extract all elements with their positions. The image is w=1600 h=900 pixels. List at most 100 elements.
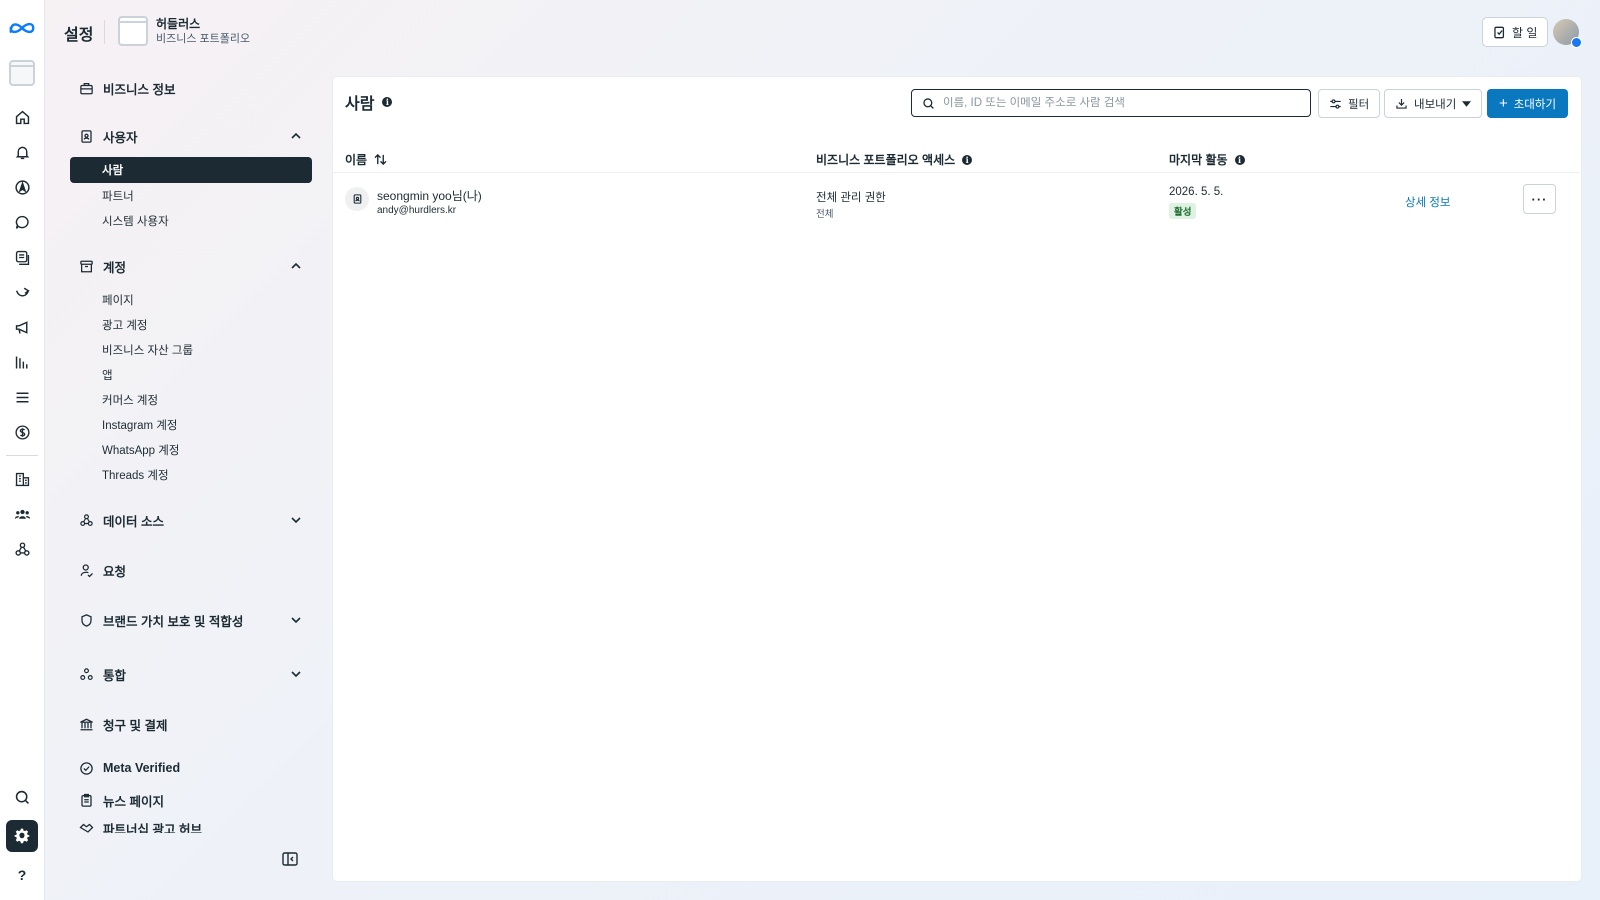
sidebar-item-requests[interactable]: 요청 [66, 557, 316, 583]
search-icon[interactable] [11, 786, 33, 808]
id-badge-icon [78, 128, 94, 144]
portfolio-name: 허들러스 [156, 16, 201, 31]
column-label: 이름 [345, 153, 368, 167]
sidebar-item-asset-groups[interactable]: 비즈니스 자산 그룹 [66, 337, 316, 362]
sidebar-item-people[interactable]: 사람 [70, 157, 312, 183]
sidebar-section-integrations[interactable]: 통합 [66, 661, 316, 687]
sidebar-label: 브랜드 가치 보호 및 적합성 [103, 614, 244, 629]
portfolio-selector[interactable]: 허들러스 비즈니스 포트폴리오 [118, 16, 250, 46]
sidebar-label: 사용자 [103, 130, 138, 145]
info-icon[interactable]: i [382, 97, 393, 107]
access-level: 전체 관리 권한 [816, 192, 886, 204]
sidebar-section-users[interactable]: 사용자 [66, 123, 316, 149]
panel-title: 사람 [345, 96, 375, 113]
clipboard-icon [78, 792, 94, 808]
meta-logo-icon[interactable] [7, 18, 37, 38]
building-icon[interactable] [11, 468, 33, 490]
gear-icon[interactable] [6, 820, 38, 852]
avatar[interactable] [1553, 19, 1582, 48]
table-row[interactable]: seongmin yoo님(나) andy@hurdlers.kr 전체 관리 … [333, 173, 1581, 233]
id-badge-icon [345, 187, 369, 211]
sidebar-section-data-sources[interactable]: 데이터 소스 [66, 507, 316, 533]
chevron-down-icon [291, 517, 301, 524]
sidebar-item-pages[interactable]: 페이지 [66, 287, 316, 312]
sort-icon [374, 154, 387, 165]
sidebar-item-partnership-ads[interactable]: 파트너십 광고 허브 [66, 819, 316, 833]
filter-button[interactable]: 필터 [1318, 89, 1381, 118]
bar-chart-icon[interactable] [11, 351, 33, 373]
people-icon[interactable] [11, 503, 33, 525]
automation-icon[interactable] [11, 281, 33, 303]
archive-icon [78, 258, 94, 274]
column-header-name[interactable]: 이름 [345, 151, 387, 168]
sidebar-item-whatsapp[interactable]: WhatsApp 계정 [66, 437, 316, 462]
sidebar-item-news-page[interactable]: 뉴스 페이지 [66, 787, 316, 813]
sidebar-item-business-info[interactable]: 비즈니스 정보 [66, 75, 316, 101]
home-icon[interactable] [11, 106, 33, 128]
panel-header: 사람 i [345, 90, 393, 114]
sidebar-label: 요청 [103, 564, 127, 579]
search-box[interactable] [911, 89, 1311, 117]
sidebar-item-meta-verified[interactable]: Meta Verified [66, 755, 316, 781]
portfolio-type: 비즈니스 포트폴리오 [156, 32, 251, 45]
dollar-icon[interactable] [11, 421, 33, 443]
menu-icon[interactable] [11, 386, 33, 408]
search-input[interactable] [943, 97, 1283, 109]
business-account-icon[interactable] [9, 60, 35, 86]
table-header: 이름 비즈니스 포트폴리오 액세스 i 마지막 활동 i [333, 143, 1581, 173]
people-panel: 사람 i 필터 내보내기 + 초대하기 이름 비즈니스 포트폴리오 액세스 i … [333, 77, 1581, 881]
details-link[interactable]: 상세 정보 [1405, 194, 1451, 210]
chevron-down-icon [291, 617, 301, 624]
plus-icon: + [1498, 95, 1508, 112]
sidebar-item-commerce[interactable]: 커머스 계정 [66, 387, 316, 412]
access-scope: 전체 [816, 209, 834, 220]
filter-icon [1330, 98, 1341, 109]
rail-divider [6, 455, 38, 456]
info-icon[interactable]: i [1234, 154, 1245, 165]
sidebar-item-system-users[interactable]: 시스템 사용자 [66, 208, 316, 233]
chevron-down-icon [291, 671, 301, 678]
bell-icon[interactable] [11, 141, 33, 163]
sidebar-item-partners[interactable]: 파트너 [66, 183, 316, 208]
chevron-up-icon [291, 132, 301, 139]
export-button[interactable]: 내보내기 [1384, 89, 1483, 118]
sidebar-label: 통합 [103, 668, 127, 683]
help-icon[interactable]: ? [11, 864, 33, 886]
chat-icon[interactable] [11, 211, 33, 233]
sidebar-item-ad-accounts[interactable]: 광고 계정 [66, 312, 316, 337]
invite-button[interactable]: + 초대하기 [1487, 89, 1568, 118]
person-check-icon [78, 562, 94, 578]
filter-label: 필터 [1348, 98, 1370, 111]
person-email: andy@hurdlers.kr [377, 205, 457, 216]
settings-sidebar: 비즈니스 정보 사용자 사람 파트너 시스템 사용자 계정 페이지 광고 계정 … [66, 72, 316, 833]
integrations-icon [78, 666, 94, 682]
sidebar-section-accounts[interactable]: 계정 [66, 253, 316, 279]
export-label: 내보내기 [1414, 98, 1457, 111]
status-badge: 활성 [1169, 203, 1197, 219]
content-icon[interactable] [11, 246, 33, 268]
column-header-last-activity: 마지막 활동 i [1169, 151, 1245, 168]
sidebar-item-threads[interactable]: Threads 계정 [66, 462, 316, 487]
sidebar-item-instagram[interactable]: Instagram 계정 [66, 412, 316, 437]
sidebar-label: Meta Verified [103, 761, 181, 775]
chevron-up-icon [291, 262, 301, 269]
collapse-sidebar-icon[interactable] [282, 852, 298, 866]
data-source-icon [78, 512, 94, 528]
caret-down-icon [1462, 100, 1472, 107]
data-source-icon[interactable] [11, 538, 33, 560]
megaphone-icon[interactable] [11, 316, 33, 338]
more-options-button[interactable]: ··· [1523, 184, 1556, 214]
sidebar-item-apps[interactable]: 앱 [66, 362, 316, 387]
shield-icon [78, 612, 94, 628]
briefcase-icon [78, 80, 94, 96]
info-icon[interactable]: i [962, 154, 973, 165]
invite-label: 초대하기 [1513, 98, 1557, 111]
todo-button[interactable]: 할 일 [1482, 17, 1549, 47]
header-divider [104, 20, 105, 44]
sidebar-section-brand-safety[interactable]: 브랜드 가치 보호 및 적합성 [66, 607, 316, 633]
last-activity-date: 2026. 5. 5. [1169, 186, 1224, 198]
sidebar-item-billing[interactable]: 청구 및 결제 [66, 711, 316, 737]
sidebar-label: 계정 [103, 260, 127, 275]
compass-icon[interactable] [11, 176, 33, 198]
sidebar-label: 비즈니스 정보 [103, 82, 176, 97]
